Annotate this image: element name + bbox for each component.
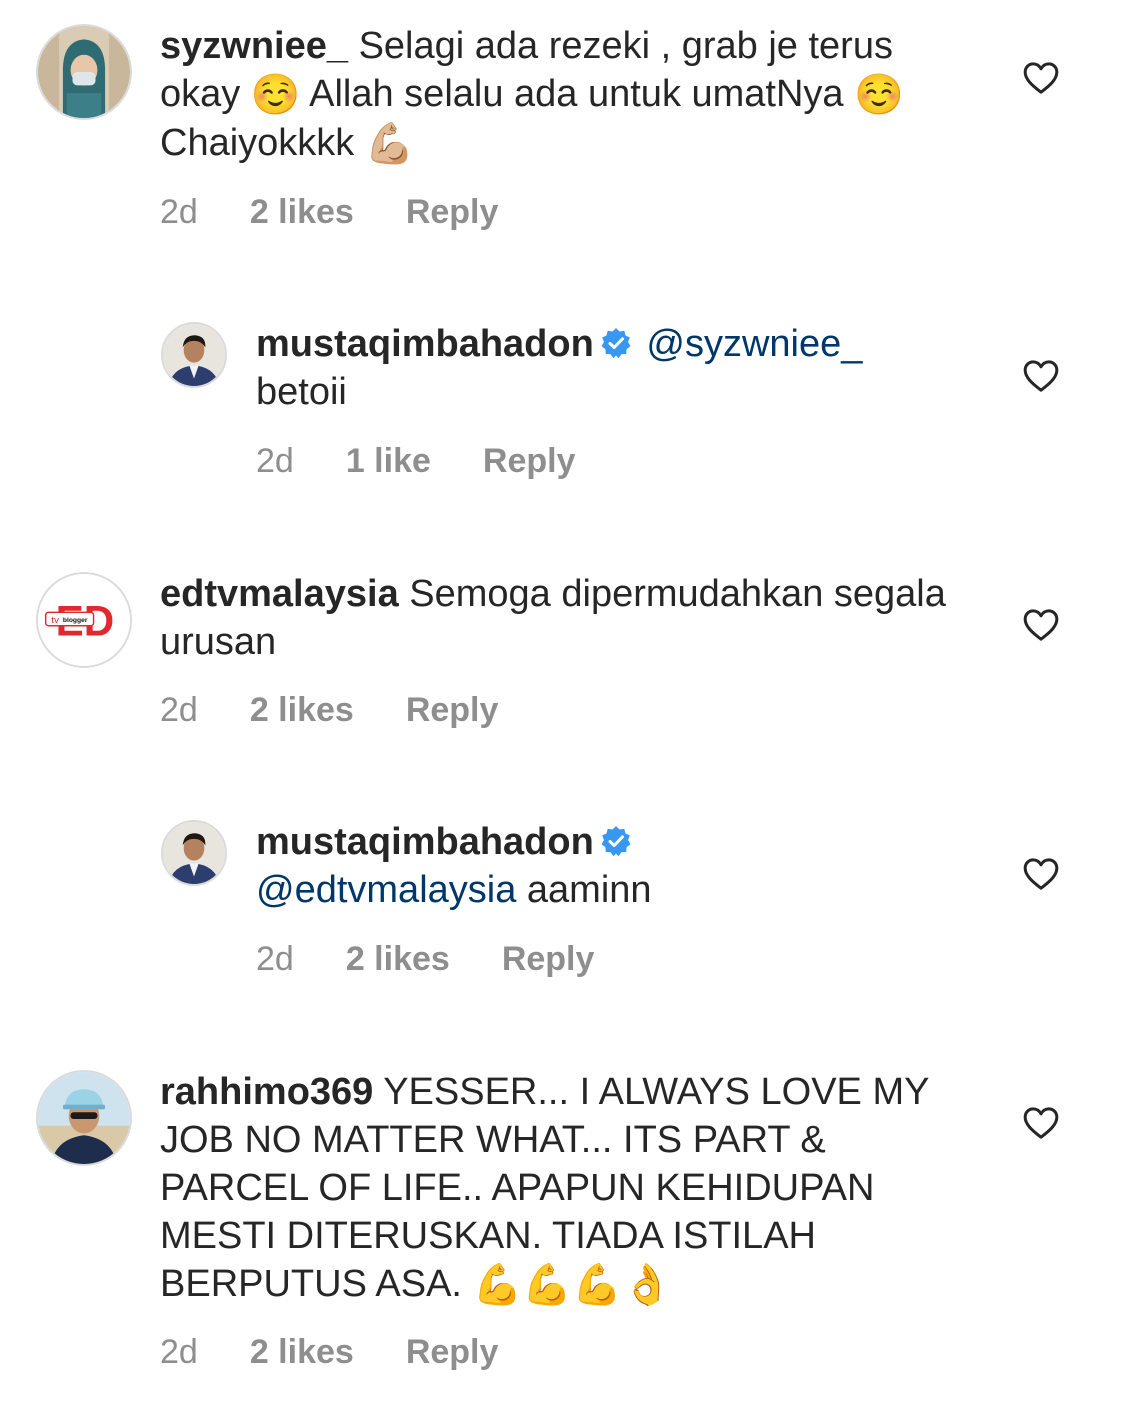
heart-outline-icon[interactable] <box>1021 605 1061 645</box>
reply-button[interactable]: Reply <box>406 192 499 232</box>
avatar[interactable] <box>161 820 227 886</box>
comment-likes[interactable]: 1 like <box>346 441 431 481</box>
mention-link[interactable]: @syzwniee_ <box>646 323 862 365</box>
comment-text: edtvmalaysia Semoga dipermudahkan segala… <box>160 570 980 666</box>
flexed-biceps-emoji: 💪🏼 <box>364 121 415 167</box>
mention-link[interactable]: @edtvmalaysia <box>256 869 516 911</box>
comment-body-continued: Allah selalu ada untuk umatNya <box>309 73 844 115</box>
comment-body-end: Chaiyokkkk <box>160 122 355 164</box>
comment-username[interactable]: edtvmalaysia <box>160 573 399 615</box>
comment-meta: 2d 2 likes Reply <box>160 1332 498 1372</box>
comment-item: syzwniee_ Selagi ada rezeki , grab je te… <box>0 0 1125 270</box>
comment-meta: 2d 2 likes Reply <box>160 192 498 232</box>
avatar[interactable]: ED tv blogger <box>36 572 132 668</box>
comment-item: rahhimo369 YESSER... I ALWAYS LOVE MY JO… <box>0 1046 1125 1410</box>
comment-username[interactable]: mustaqimbahadon <box>256 323 594 365</box>
reply-comment-item: mustaqimbahadon @syzwniee_ betoii 2d 1 l… <box>0 300 1125 520</box>
svg-text:tv: tv <box>51 615 59 626</box>
comment-text: syzwniee_ Selagi ada rezeki , grab je te… <box>160 22 980 168</box>
comment-body: aaminn <box>526 869 652 911</box>
comment-username[interactable]: mustaqimbahadon <box>256 821 594 863</box>
comment-username[interactable]: syzwniee_ <box>160 25 348 67</box>
verified-badge-icon <box>600 327 632 359</box>
comment-likes[interactable]: 2 likes <box>250 192 354 232</box>
profile-photo <box>38 26 130 118</box>
smiling-face-emoji: ☺️ <box>250 72 301 118</box>
heart-outline-icon[interactable] <box>1021 356 1061 396</box>
comment-meta: 2d 2 likes Reply <box>160 690 498 730</box>
comment-time: 2d <box>160 691 198 729</box>
comment-meta: 2d 1 like Reply <box>256 441 576 481</box>
reply-button[interactable]: Reply <box>406 1332 499 1372</box>
comment-likes[interactable]: 2 likes <box>250 1332 354 1372</box>
smiling-face-emoji: ☺️ <box>854 72 904 118</box>
comment-item: ED tv blogger edtvmalaysia Semoga diperm… <box>0 548 1125 768</box>
reply-button[interactable]: Reply <box>406 690 499 730</box>
comment-time: 2d <box>256 442 294 480</box>
avatar[interactable] <box>36 1070 132 1166</box>
reply-button[interactable]: Reply <box>483 441 576 481</box>
heart-outline-icon[interactable] <box>1021 1103 1061 1143</box>
comment-time: 2d <box>160 1333 198 1371</box>
comment-time: 2d <box>256 940 294 978</box>
comment-text: mustaqimbahadon @syzwniee_ betoii <box>256 320 956 416</box>
comment-meta: 2d 2 likes Reply <box>256 939 594 979</box>
comment-username[interactable]: rahhimo369 <box>160 1071 373 1113</box>
avatar[interactable] <box>36 24 132 120</box>
heart-outline-icon[interactable] <box>1021 854 1061 894</box>
comment-time: 2d <box>160 193 198 231</box>
comment-text: rahhimo369 YESSER... I ALWAYS LOVE MY JO… <box>160 1068 960 1309</box>
heart-outline-icon[interactable] <box>1021 58 1061 98</box>
svg-text:blogger: blogger <box>63 617 88 624</box>
comment-body: betoii <box>256 371 347 413</box>
reply-button[interactable]: Reply <box>502 939 595 979</box>
ed-tv-blogger-logo: ED tv blogger <box>38 574 130 666</box>
comment-text: mustaqimbahadon @edtvmalaysia aaminn <box>256 818 956 914</box>
profile-photo <box>163 822 225 884</box>
flexed-biceps-ok-hand-emoji: 💪💪💪👌 <box>472 1262 672 1308</box>
reply-comment-item: mustaqimbahadon @edtvmalaysia aaminn 2d … <box>0 798 1125 1018</box>
profile-photo <box>163 324 225 386</box>
comment-likes[interactable]: 2 likes <box>346 939 450 979</box>
comment-likes[interactable]: 2 likes <box>250 690 354 730</box>
profile-photo <box>38 1072 130 1164</box>
avatar[interactable] <box>161 322 227 388</box>
verified-badge-icon <box>600 825 632 857</box>
